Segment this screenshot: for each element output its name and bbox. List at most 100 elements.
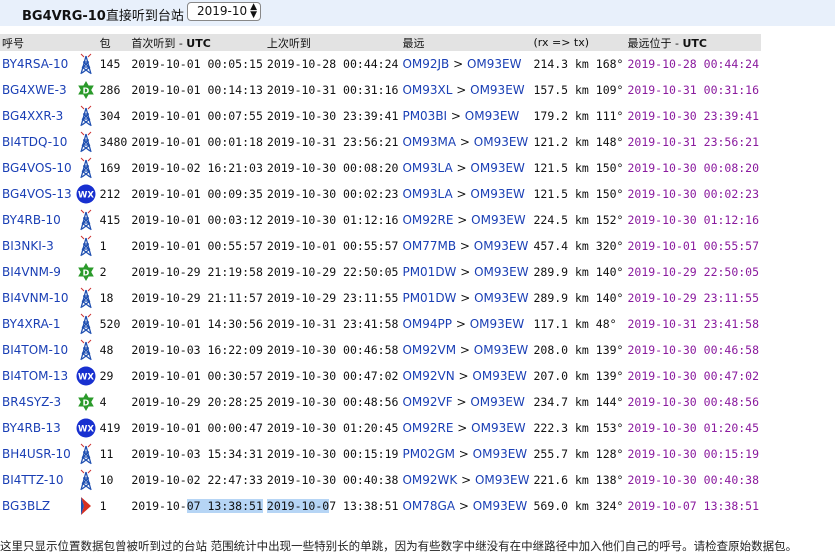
locator-to-link[interactable]: OM93EW: [471, 421, 526, 435]
locator-separator: >: [449, 57, 467, 71]
locator-from-link[interactable]: OM92WK: [402, 473, 457, 487]
callsign-link[interactable]: BG4VOS-10: [2, 161, 72, 175]
packet-count: 2: [99, 265, 107, 279]
locator-to-link[interactable]: OM93EW: [474, 135, 529, 149]
locator-to-link[interactable]: OM93EW: [471, 213, 526, 227]
locator-to-link[interactable]: OM93EW: [465, 109, 520, 123]
callsign-link[interactable]: BI4VNM-10: [2, 291, 69, 305]
farthest-at-time: 2019-10-30 01:20:45: [627, 421, 760, 435]
distance-bearing: 234.7 km 144°: [533, 395, 624, 409]
tower-icon[interactable]: [74, 443, 98, 465]
locator-from-link[interactable]: PM03BI: [402, 109, 447, 123]
farthest-at-time: 2019-10-30 00:48:56: [627, 395, 760, 409]
tower-icon[interactable]: [74, 235, 98, 257]
packet-count: 419: [99, 421, 121, 435]
locator-to-link[interactable]: OM93EW: [470, 187, 525, 201]
digipeater-star-icon[interactable]: D: [74, 263, 98, 281]
icon-cell: [74, 129, 98, 155]
locator-from-link[interactable]: OM92RE: [402, 421, 453, 435]
callsign-link[interactable]: BI3NKI-3: [2, 239, 54, 253]
locator-to-link[interactable]: OM93EW: [474, 239, 529, 253]
month-select[interactable]: 2019-10 ▲ ▼: [187, 2, 261, 21]
weather-station-icon[interactable]: WX: [74, 418, 98, 438]
locator-to-link[interactable]: OM93EW: [470, 83, 525, 97]
locator-separator: >: [452, 161, 471, 175]
tower-icon[interactable]: [74, 105, 98, 127]
callsign-link[interactable]: BY4XRA-1: [2, 317, 61, 331]
callsign-link[interactable]: BI4TDQ-10: [2, 135, 67, 149]
tower-icon[interactable]: [74, 157, 98, 179]
locator-from-link[interactable]: OM94PP: [402, 317, 452, 331]
airplane-icon[interactable]: [74, 496, 98, 516]
farthest-locators: OM92RE > OM93EW: [400, 415, 531, 441]
tower-icon[interactable]: [74, 313, 98, 335]
callsign-link[interactable]: BI4TTZ-10: [2, 473, 63, 487]
icon-cell: D: [74, 77, 98, 103]
locator-from-link[interactable]: OM93LA: [402, 187, 452, 201]
locator-to-link[interactable]: OM93EW: [473, 447, 528, 461]
packet-count: 48: [99, 343, 114, 357]
callsign-link[interactable]: BI4TOM-13: [2, 369, 68, 383]
call-cell: BG4XWE-3: [0, 77, 74, 103]
locator-to-link[interactable]: OM93EW: [470, 395, 525, 409]
tower-icon[interactable]: [74, 131, 98, 153]
locator-from-link[interactable]: OM92JB: [402, 57, 449, 71]
tower-icon[interactable]: [74, 209, 98, 231]
callsign-link[interactable]: BG4XXR-3: [2, 109, 63, 123]
locator-to-link[interactable]: OM93EW: [475, 473, 530, 487]
locator-from-link[interactable]: OM77MB: [402, 239, 456, 253]
callsign-link[interactable]: BG4VOS-13: [2, 187, 72, 201]
col-call: 呼号: [0, 34, 74, 51]
tower-icon[interactable]: [74, 339, 98, 361]
farthest-at-time: 2019-10-30 00:08:20: [627, 161, 760, 175]
locator-to-link[interactable]: OM93EW: [472, 369, 527, 383]
last-heard: 2019-10-30 00:48:56: [266, 395, 399, 409]
locator-from-link[interactable]: OM92VF: [402, 395, 452, 409]
locator-from-link[interactable]: OM92VN: [402, 369, 454, 383]
first-heard: 2019-10-01 00:55:57: [131, 239, 263, 253]
locator-separator: >: [456, 135, 474, 149]
tower-icon[interactable]: [74, 469, 98, 491]
icon-cell: WX: [74, 363, 98, 389]
callsign-link[interactable]: BY4RB-13: [2, 421, 61, 435]
locator-to-link[interactable]: OM93EW: [473, 499, 528, 513]
first-heard: 2019-10-02 16:21:03: [131, 161, 263, 175]
farthest-at-time: 2019-10-31 23:56:21: [627, 135, 760, 149]
callsign-link[interactable]: BY4RB-10: [2, 213, 61, 227]
locator-from-link[interactable]: OM93XL: [402, 83, 452, 97]
digipeater-star-icon[interactable]: D: [74, 393, 98, 411]
locator-from-link[interactable]: OM92VM: [402, 343, 456, 357]
locator-from-link[interactable]: PM01DW: [402, 265, 456, 279]
locator-to-link[interactable]: OM93EW: [467, 57, 522, 71]
last-heard-selected: 2019-10-0: [266, 499, 330, 513]
locator-to-link[interactable]: OM93EW: [474, 343, 529, 357]
locator-from-link[interactable]: PM02GM: [402, 447, 455, 461]
locator-from-link[interactable]: PM01DW: [402, 291, 456, 305]
callsign-link[interactable]: BG4XWE-3: [2, 83, 67, 97]
locator-to-link[interactable]: OM93EW: [474, 265, 529, 279]
locator-to-link[interactable]: OM93EW: [470, 161, 525, 175]
weather-station-icon[interactable]: WX: [74, 366, 98, 386]
weather-station-icon[interactable]: WX: [74, 184, 98, 204]
tower-icon[interactable]: [74, 287, 98, 309]
farthest-locators: OM92VN > OM93EW: [400, 363, 531, 389]
last-heard: 2019-10-30 01:20:45: [266, 421, 399, 435]
digipeater-star-icon[interactable]: D: [74, 81, 98, 99]
locator-from-link[interactable]: OM92RE: [402, 213, 453, 227]
locator-to-link[interactable]: OM93EW: [474, 291, 529, 305]
locator-from-link[interactable]: OM93LA: [402, 161, 452, 175]
call-cell: BI4TOM-10: [0, 337, 74, 363]
callsign-link[interactable]: BR4SYZ-3: [2, 395, 61, 409]
locator-from-link[interactable]: OM93MA: [402, 135, 456, 149]
tower-icon[interactable]: [74, 53, 98, 75]
last-heard: 2019-10-29 22:50:05: [266, 265, 399, 279]
callsign-link[interactable]: BI4TOM-10: [2, 343, 68, 357]
farthest-locators: OM92VM > OM93EW: [400, 337, 531, 363]
callsign-link[interactable]: BI4VNM-9: [2, 265, 61, 279]
callsign-link[interactable]: BH4USR-10: [2, 447, 71, 461]
callsign-link[interactable]: BG3BLZ: [2, 499, 50, 513]
locator-to-link[interactable]: OM93EW: [470, 317, 525, 331]
farthest-at-time: 2019-10-30 00:40:38: [627, 473, 760, 487]
callsign-link[interactable]: BY4RSA-10: [2, 57, 68, 71]
locator-from-link[interactable]: OM78GA: [402, 499, 455, 513]
